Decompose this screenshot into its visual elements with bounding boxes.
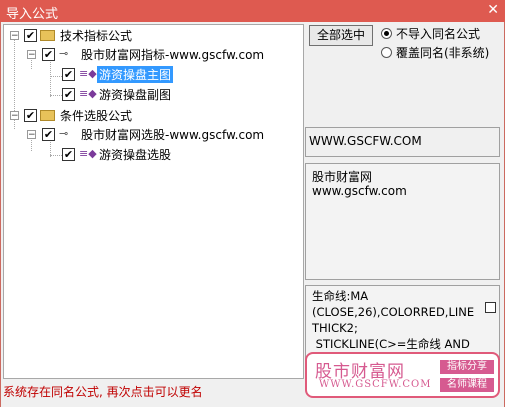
checkbox-sub1[interactable]: ✔: [42, 48, 55, 61]
window-title: 导入公式: [6, 7, 59, 22]
code-checkbox[interactable]: [485, 302, 496, 313]
expander-icon[interactable]: −: [27, 130, 36, 140]
tree-connector: [50, 57, 51, 97]
logo-tag1: 指标分享: [440, 360, 494, 374]
title-bar: 导入公式 ✕: [0, 0, 505, 22]
tree-connector: [50, 76, 62, 77]
tree-sub2-label[interactable]: 股市财富网选股-www.gscfw.com: [81, 126, 264, 143]
watermark-logo: 股市财富网 WWW.GSCFW.COM 指标分享 名师课程: [305, 352, 500, 398]
tree-item1-label[interactable]: 游资操盘主图: [97, 66, 174, 83]
key-icon: ⊸: [59, 127, 69, 140]
formula-icon: ≡◆: [79, 67, 97, 80]
expander-icon[interactable]: −: [27, 50, 36, 60]
code-text: 生命线:MA (CLOSE,26),COLORRED,LINE THICK2; …: [312, 289, 475, 351]
folder-icon: [40, 30, 55, 41]
skip-same-label[interactable]: 不导入同名公式: [396, 25, 480, 42]
overwrite-same-label[interactable]: 覆盖同名(非系统): [396, 44, 489, 61]
checkbox-group1[interactable]: ✔: [24, 29, 37, 42]
url-box: WWW.GSCFW.COM: [305, 127, 500, 157]
url-text: WWW.GSCFW.COM: [309, 134, 422, 148]
checkbox-group2[interactable]: ✔: [24, 109, 37, 122]
checkbox-item3[interactable]: ✔: [62, 148, 75, 161]
select-all-button[interactable]: 全部选中: [309, 25, 373, 46]
tree-connector: [50, 95, 62, 96]
checkbox-sub2[interactable]: ✔: [42, 128, 55, 141]
tree-item3-label[interactable]: 游资操盘选股: [99, 146, 171, 163]
tree-connector: [50, 155, 62, 156]
formula-icon: ≡◆: [79, 147, 97, 160]
logo-tag2: 名师课程: [440, 378, 494, 392]
status-message: 系统存在同名公式, 再次点击可以更名: [3, 385, 203, 399]
formula-tree[interactable]: − ✔ 技术指标公式 − ✔ ⊸ 股市财富网指标-www.gscfw.com ✔…: [3, 24, 304, 379]
radio-overwrite-same[interactable]: [381, 47, 392, 58]
tree-item2-label[interactable]: 游资操盘副图: [99, 86, 171, 103]
checkbox-item2[interactable]: ✔: [62, 88, 75, 101]
radio-skip-same[interactable]: [381, 28, 392, 39]
expander-icon[interactable]: −: [10, 31, 19, 41]
formula-icon: ≡◆: [79, 87, 97, 100]
tree-sub1-label[interactable]: 股市财富网指标-www.gscfw.com: [81, 46, 264, 63]
desc-line2: www.gscfw.com: [312, 184, 407, 198]
logo-url: WWW.GSCFW.COM: [319, 379, 432, 390]
close-icon[interactable]: ✕: [487, 2, 499, 18]
description-box: 股市财富网 www.gscfw.com: [305, 163, 500, 280]
key-icon: ⊸: [59, 47, 69, 60]
tree-group2-label[interactable]: 条件选股公式: [60, 107, 132, 124]
checkbox-item1[interactable]: ✔: [62, 68, 75, 81]
desc-line1: 股市财富网: [312, 170, 373, 184]
tree-group1-label[interactable]: 技术指标公式: [60, 27, 132, 44]
folder-icon: [40, 110, 55, 121]
expander-icon[interactable]: −: [10, 111, 19, 121]
